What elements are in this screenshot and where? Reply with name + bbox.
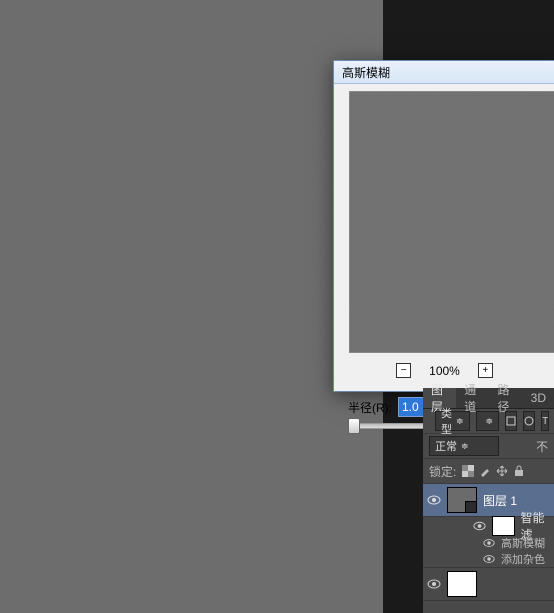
filter-pixel-icon[interactable] (505, 411, 517, 431)
visibility-eye-icon[interactable] (483, 537, 495, 549)
opacity-label: 不 (536, 438, 548, 455)
dialog-titlebar[interactable]: 高斯模糊 (334, 61, 554, 84)
canvas-area[interactable] (0, 0, 383, 613)
visibility-eye-icon[interactable] (483, 553, 495, 565)
blend-mode-dropdown[interactable]: 正常≑ (429, 436, 499, 456)
lock-row: 锁定: (423, 459, 554, 484)
filter-preview[interactable] (349, 91, 554, 353)
smart-filters-label[interactable]: 智能滤 (423, 517, 554, 535)
visibility-eye-icon[interactable] (427, 577, 441, 591)
dialog-title: 高斯模糊 (342, 64, 390, 81)
effect-add-noise[interactable]: 添加杂色 (423, 551, 554, 567)
filter-adjust-icon[interactable] (523, 411, 535, 431)
blend-row: 正常≑ 不 (423, 434, 554, 459)
zoom-in-button[interactable]: + (478, 363, 493, 378)
filter-thumb-dropdown[interactable]: ≑ (476, 411, 500, 431)
radius-label: 半径(R): (348, 399, 392, 416)
tab-channels[interactable]: 通道 (456, 388, 489, 408)
tab-paths[interactable]: 路径 (489, 388, 522, 408)
lock-transparent-icon[interactable] (462, 465, 474, 477)
filter-row: 类型≑ ≑ T (423, 409, 554, 434)
gaussian-blur-dialog: 高斯模糊 − 100% + 半径(R): 像素 (333, 60, 554, 392)
lock-paint-icon[interactable] (479, 465, 491, 477)
filter-kind-dropdown[interactable]: 类型≑ (435, 411, 470, 431)
zoom-controls: − 100% + (334, 363, 554, 378)
layer-2-row[interactable] (423, 567, 554, 601)
layer-thumbnail[interactable] (447, 571, 477, 597)
lock-label: 锁定: (429, 463, 456, 480)
lock-move-icon[interactable] (496, 465, 508, 477)
layer-thumbnail[interactable] (447, 487, 477, 513)
visibility-eye-icon[interactable] (473, 519, 486, 533)
filter-mask-thumbnail[interactable] (492, 516, 514, 536)
zoom-level: 100% (429, 364, 460, 378)
effect-gaussian-blur[interactable]: 高斯模糊 (423, 535, 554, 551)
radius-slider-thumb[interactable] (348, 418, 360, 434)
layer-name: 图层 1 (483, 492, 517, 509)
filter-type-icon[interactable]: T (541, 411, 549, 431)
tab-3d[interactable]: 3D (523, 388, 554, 408)
layers-panel: 图层 通道 路径 3D 类型≑ ≑ T 正常≑ 不 锁定: 图层 1 智能滤 (423, 388, 554, 613)
visibility-eye-icon[interactable] (427, 493, 441, 507)
zoom-out-button[interactable]: − (396, 363, 411, 378)
lock-all-icon[interactable] (513, 465, 525, 477)
